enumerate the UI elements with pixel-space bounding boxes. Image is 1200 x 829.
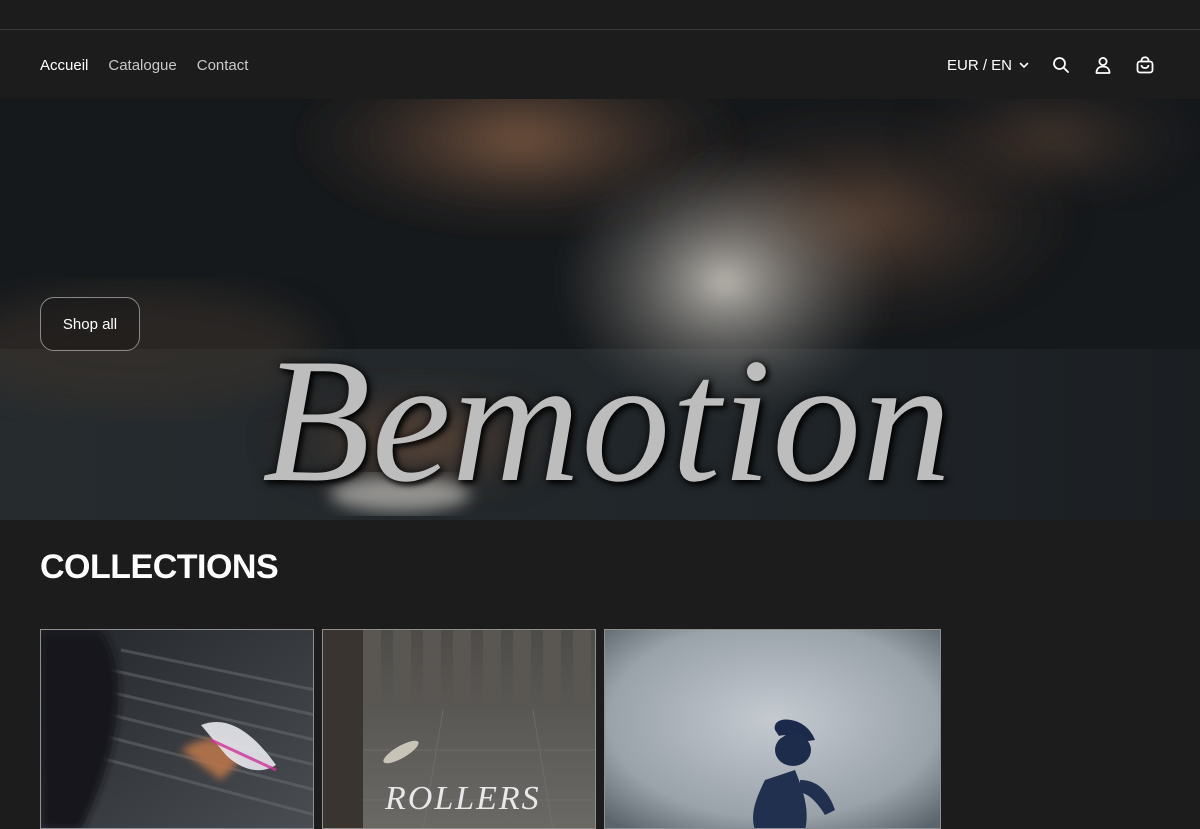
collection-card-rollers[interactable]: ROLLERS xyxy=(322,629,596,829)
currency-language-selector[interactable]: EUR / EN xyxy=(947,57,1030,74)
hero-title: Bemotion xyxy=(262,321,953,519)
chevron-down-icon xyxy=(1019,62,1029,68)
nav-link-contact[interactable]: Contact xyxy=(197,57,249,74)
hero-banner: Bemotion Shop all xyxy=(0,99,1200,520)
account-button[interactable] xyxy=(1092,54,1114,76)
cart-icon xyxy=(1136,56,1154,74)
account-icon xyxy=(1095,57,1111,74)
collections-heading: COLLECTIONS xyxy=(40,548,279,586)
collection-card[interactable] xyxy=(40,629,314,829)
search-button[interactable] xyxy=(1050,54,1072,76)
search-icon xyxy=(1053,57,1069,73)
collection-card[interactable] xyxy=(604,629,941,829)
locale-label: EUR / EN xyxy=(946,56,1012,74)
collection-card-image xyxy=(605,630,940,828)
announcement-bar xyxy=(0,0,1200,30)
header-actions: EUR / EN xyxy=(947,31,1156,99)
shop-all-button[interactable]: Shop all xyxy=(40,297,140,351)
site-header: Accueil Catalogue Contact EUR / EN xyxy=(0,31,1200,99)
cart-button[interactable] xyxy=(1134,54,1156,76)
nav-link-accueil[interactable]: Accueil xyxy=(40,57,88,74)
collection-card-label: ROLLERS xyxy=(385,780,541,817)
nav-link-catalogue[interactable]: Catalogue xyxy=(108,57,176,74)
main-nav: Accueil Catalogue Contact xyxy=(40,31,248,99)
collection-card-image xyxy=(41,630,313,828)
